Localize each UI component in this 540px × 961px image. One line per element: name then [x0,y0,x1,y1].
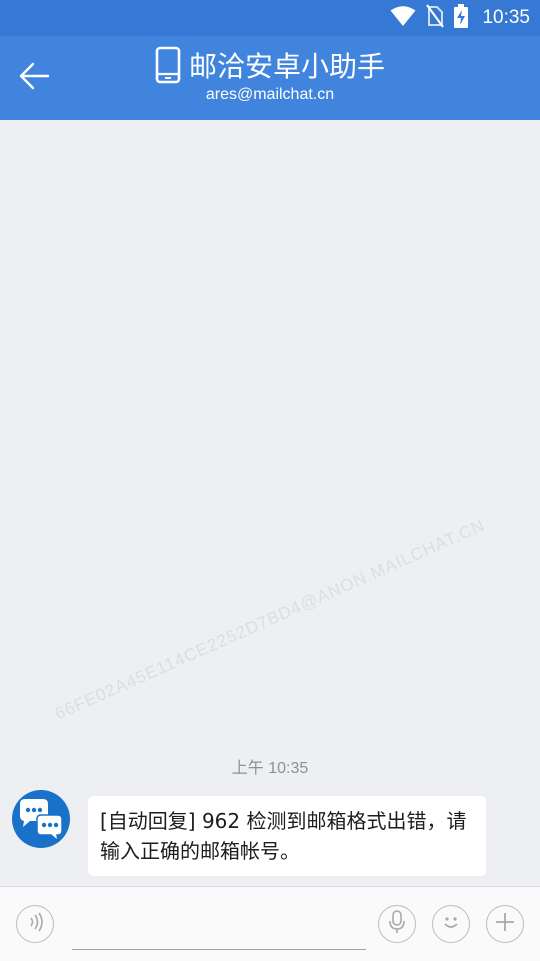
message-text: [自动回复] 962 检测到邮箱格式出错，请输入正确的邮箱帐号。 [100,809,467,863]
input-bar [0,886,540,961]
watermark: 66FE02A45E114CE2252D7BD4@ANON.MAILCHAT.C… [51,515,488,724]
wifi-icon [390,5,416,31]
microphone-button[interactable] [378,905,416,943]
battery-charging-icon [454,4,469,32]
message-timestamp: 上午 10:35 [231,760,309,777]
chat-header: 邮洽安卓小助手 ares@mailchat.cn [0,36,540,120]
status-bar: 10:35 [0,0,540,36]
emoji-icon [439,910,463,938]
emoji-button[interactable] [432,905,470,943]
conversation-area[interactable]: 66FE02A45E114CE2252D7BD4@ANON.MAILCHAT.C… [0,120,540,886]
page-title: 邮洽安卓小助手 [188,50,385,83]
status-icons: 10:35 [390,4,530,32]
chat-bubbles-avatar-icon [12,799,70,848]
plus-icon [494,911,516,937]
no-sim-icon [426,4,445,32]
voice-wave-icon [25,912,45,936]
phone-icon [155,46,181,88]
add-attachment-button[interactable] [486,905,524,943]
voice-toggle-button[interactable] [16,905,54,943]
message-bubble[interactable]: [自动回复] 962 检测到邮箱格式出错，请输入正确的邮箱帐号。 [88,796,486,876]
microphone-icon [387,909,407,939]
message-input[interactable] [72,907,366,950]
contact-email: ares@mailchat.cn [205,86,335,103]
title-row: 邮洽安卓小助手 [0,46,540,88]
avatar[interactable] [12,790,70,848]
status-time: 10:35 [482,7,530,28]
